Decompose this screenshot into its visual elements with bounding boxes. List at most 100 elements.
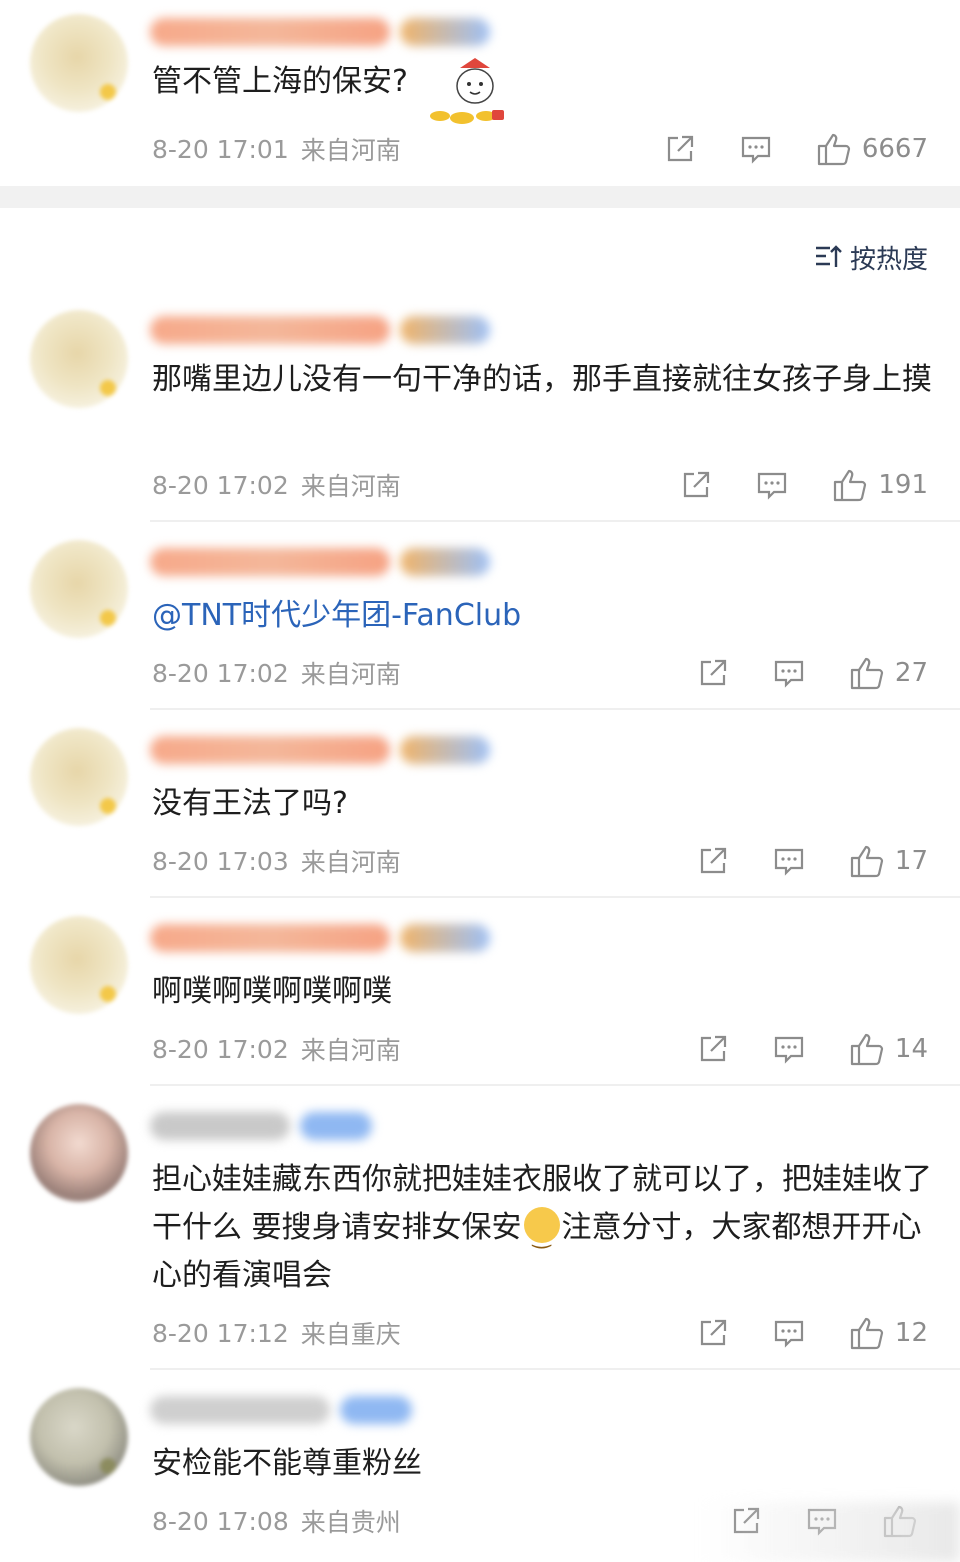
like-count: 191 (878, 470, 928, 500)
comment-icon (774, 1036, 804, 1064)
share-button[interactable] (664, 133, 696, 165)
reply-location: 来自重庆 (300, 1320, 401, 1349)
share-button[interactable] (680, 469, 712, 501)
share-icon (700, 1035, 727, 1062)
user-badge (400, 18, 490, 46)
like-count: 12 (894, 1318, 928, 1348)
divider (150, 1084, 960, 1086)
comment-button[interactable] (773, 845, 805, 877)
comment-text: 管不管上海的保安? (152, 64, 408, 99)
avatar[interactable] (30, 916, 128, 1014)
top-comment: 管不管上海的保安? 8-20 17:01 来自河南 6667 (0, 0, 960, 186)
user-badge (400, 924, 490, 952)
comment-icon (774, 1320, 804, 1348)
like-count: 17 (894, 846, 928, 876)
username[interactable] (150, 1394, 412, 1426)
comment-location: 来自河南 (300, 136, 401, 165)
user-badge (300, 1112, 372, 1140)
username-blurred (150, 316, 390, 344)
comment-button[interactable] (773, 1317, 805, 1349)
sort-toggle[interactable]: 按热度 (814, 240, 928, 275)
mention-link[interactable]: @TNT时代少年团-FanClub (152, 592, 942, 640)
watermark-overlay (700, 1502, 960, 1562)
divider (150, 896, 960, 898)
comment-button[interactable] (756, 469, 788, 501)
reply-meta: 8-20 17:03 来自河南 17 (152, 844, 928, 878)
username[interactable] (150, 314, 490, 346)
thumbs-up-icon (850, 1033, 884, 1066)
divider (150, 1368, 960, 1370)
reply-meta: 8-20 17:02 来自河南 191 (152, 468, 928, 502)
username-blurred (150, 548, 390, 576)
comment-button[interactable] (773, 1033, 805, 1065)
username-blurred (150, 736, 390, 764)
like-button[interactable]: 17 (849, 844, 928, 878)
thumbs-up-icon (850, 657, 884, 690)
divider (150, 520, 960, 522)
reply-actions: 14 (697, 1032, 928, 1066)
reply-actions: 191 (680, 468, 928, 502)
share-button[interactable] (697, 845, 729, 877)
reply-location: 来自河南 (300, 472, 401, 501)
reply-time: 8-20 17:02 (152, 658, 289, 688)
share-icon (700, 1319, 727, 1346)
avatar[interactable] (30, 728, 128, 826)
thumbs-up-icon (834, 469, 867, 502)
reply-location: 来自河南 (300, 660, 401, 689)
section-gap (0, 186, 960, 208)
reply-text: 没有王法了吗? (152, 786, 348, 821)
username-blurred (150, 1396, 330, 1424)
username[interactable] (150, 16, 490, 48)
username-blurred (150, 1112, 290, 1140)
like-button[interactable]: 6667 (816, 132, 928, 166)
like-button[interactable]: 14 (849, 1032, 928, 1066)
reply-time: 8-20 17:02 (152, 1034, 289, 1064)
share-button[interactable] (697, 657, 729, 689)
reply-time: 8-20 17:08 (152, 1506, 289, 1536)
reply-meta: 8-20 17:02 来自河南 14 (152, 1032, 928, 1066)
share-icon (667, 135, 693, 162)
like-count: 6667 (861, 134, 928, 164)
reply-meta: 8-20 17:02 来自河南 27 (152, 656, 928, 690)
like-button[interactable]: 191 (832, 468, 928, 502)
comment-button[interactable] (773, 657, 805, 689)
share-button[interactable] (697, 1033, 729, 1065)
thumbs-up-icon (850, 1317, 884, 1350)
like-button[interactable]: 27 (849, 656, 928, 690)
comment-icon (774, 848, 804, 876)
comment-actions: 6667 (664, 132, 928, 166)
comment-icon (741, 136, 770, 164)
avatar[interactable] (30, 540, 128, 638)
avatar[interactable] (30, 1104, 128, 1202)
sticker-image (430, 58, 504, 124)
username[interactable] (150, 1110, 372, 1142)
comment-icon (774, 660, 804, 688)
reply-location: 来自河南 (300, 848, 401, 877)
share-icon (700, 847, 727, 874)
user-badge (340, 1396, 412, 1424)
avatar[interactable] (30, 310, 128, 408)
reply-text: 啊噗啊噗啊噗啊噗 (152, 974, 392, 1009)
sort-label: 按热度 (849, 244, 928, 275)
username[interactable] (150, 734, 490, 766)
username[interactable] (150, 922, 490, 954)
username-blurred (150, 924, 390, 952)
comment-time: 8-20 17:01 (152, 134, 289, 164)
avatar[interactable] (30, 1388, 128, 1486)
share-icon (684, 471, 710, 498)
reply-actions: 27 (697, 656, 928, 690)
user-badge (400, 548, 490, 576)
like-count: 27 (894, 658, 928, 688)
comment-button[interactable] (740, 133, 772, 165)
reply-text: 安检能不能尊重粉丝 (152, 1446, 422, 1481)
avatar[interactable] (30, 14, 128, 112)
username[interactable] (150, 546, 490, 578)
divider (150, 708, 960, 710)
reply-time: 8-20 17:12 (152, 1318, 289, 1348)
reply-location: 来自贵州 (300, 1508, 401, 1537)
reply-location: 来自河南 (300, 1036, 401, 1065)
share-button[interactable] (697, 1317, 729, 1349)
like-button[interactable]: 12 (849, 1316, 928, 1350)
share-icon (700, 659, 727, 686)
reply-time: 8-20 17:03 (152, 846, 289, 876)
